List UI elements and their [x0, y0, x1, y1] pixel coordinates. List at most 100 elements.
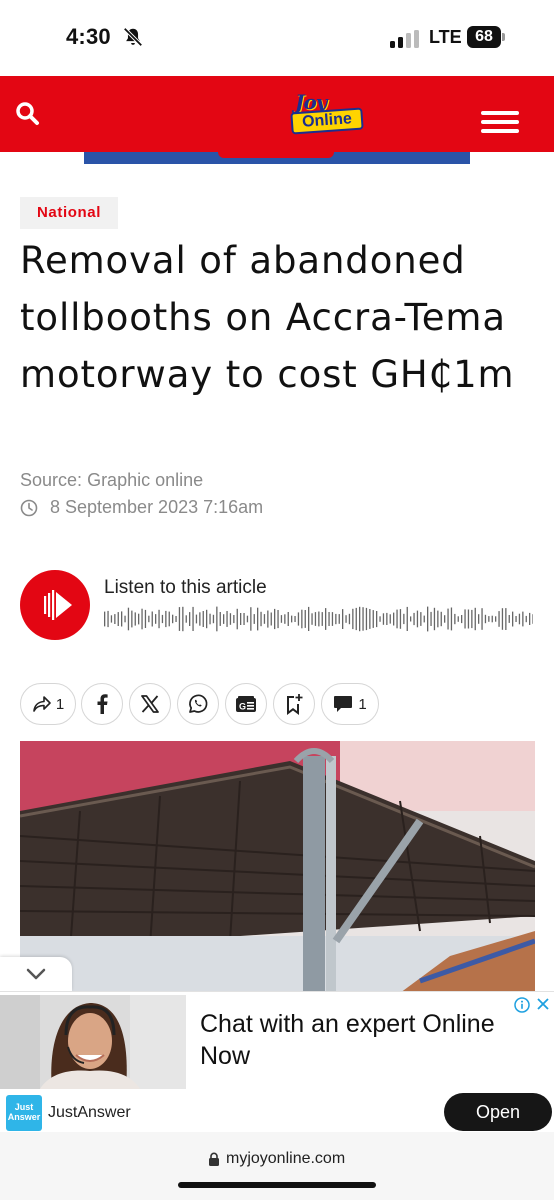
ad-brand-logo[interactable]: Just Answer	[6, 1095, 42, 1131]
ad-headline[interactable]: Chat with an expert Online Now	[200, 1008, 530, 1072]
waveform-bar	[491, 615, 493, 623]
waveform-bar	[389, 614, 391, 624]
waveform-bar	[484, 614, 487, 624]
ad-open-button[interactable]: Open	[444, 1093, 552, 1131]
waveform-bar	[433, 607, 436, 631]
ad-close-icon[interactable]	[536, 997, 550, 1011]
share-button[interactable]: 1	[20, 683, 76, 725]
waveform-bar	[206, 609, 208, 629]
waveform-bar	[127, 607, 130, 631]
waveform-bar	[338, 614, 340, 624]
browser-url-bar[interactable]: myjoyonline.com	[0, 1132, 554, 1200]
battery-icon: 68	[467, 26, 501, 48]
waveform-bar	[342, 609, 344, 629]
lock-icon	[209, 1152, 219, 1166]
waveform-bar	[403, 613, 405, 625]
search-icon[interactable]	[14, 100, 42, 128]
waveform-bar	[246, 615, 249, 623]
waveform-bar	[263, 614, 266, 624]
source-label: Source	[20, 470, 78, 490]
waveform-bar	[508, 615, 510, 623]
waveform-bar	[362, 607, 364, 631]
waveform-bar	[240, 613, 242, 625]
waveform-bar	[423, 615, 425, 623]
waveform-bar	[277, 610, 279, 629]
waveform-bar	[236, 608, 238, 630]
whatsapp-icon	[189, 694, 208, 713]
waveform-bar	[134, 612, 136, 626]
x-share-button[interactable]	[129, 683, 171, 725]
waveform-bar	[270, 612, 272, 626]
waveform-bar	[365, 607, 368, 631]
waveform-bar	[532, 614, 533, 624]
waveform-bar	[148, 615, 150, 623]
home-indicator[interactable]	[178, 1182, 376, 1188]
category-tag[interactable]: National	[20, 197, 118, 229]
site-logo[interactable]: Joy Online	[285, 90, 367, 140]
audio-play-button[interactable]	[20, 570, 90, 640]
waveform-bar	[328, 612, 330, 626]
article-photo	[20, 741, 535, 993]
waveform-bar	[257, 607, 259, 631]
waveform-bar	[464, 609, 466, 629]
waveform-bar	[416, 610, 419, 628]
waveform-bar	[467, 609, 470, 629]
audio-waveform[interactable]	[103, 604, 533, 634]
waveform-bar	[529, 612, 531, 625]
waveform-bar	[413, 612, 415, 626]
audio-play-icon	[44, 590, 72, 620]
waveform-bar	[420, 612, 422, 626]
waveform-bar	[250, 607, 252, 631]
google-news-share-button[interactable]: G	[225, 683, 267, 725]
waveform-bar	[498, 611, 500, 627]
logo-online-text: Online	[290, 107, 364, 135]
x-icon	[141, 695, 159, 713]
article-source: Source: Graphic online	[20, 470, 204, 490]
waveform-bar	[233, 615, 235, 624]
waveform-bar	[284, 614, 286, 624]
waveform-bar	[495, 616, 497, 622]
svg-text:G: G	[239, 702, 246, 712]
waveform-bar	[274, 608, 276, 630]
article-date: 8 September 2023 7:16am	[50, 497, 264, 517]
waveform-bar	[369, 609, 371, 629]
top-banner-ad[interactable]	[84, 152, 470, 164]
ad-image[interactable]	[0, 995, 186, 1089]
url-text[interactable]: myjoyonline.com	[226, 1150, 345, 1168]
waveform-bar	[199, 612, 201, 626]
waveform-bar	[229, 613, 232, 625]
comment-button[interactable]: 1	[321, 683, 379, 725]
waveform-bar	[185, 615, 187, 623]
source-value: Graphic online	[87, 470, 204, 490]
facebook-share-button[interactable]	[81, 683, 123, 725]
waveform-bar	[165, 610, 167, 628]
bottom-ad[interactable]: Chat with an expert Online Now Just Answ…	[0, 991, 554, 1131]
bell-muted-icon	[123, 27, 143, 47]
waveform-bar	[178, 607, 181, 631]
ad-brand-name[interactable]: JustAnswer	[48, 1104, 131, 1122]
ad-collapse-tab[interactable]	[0, 957, 72, 991]
whatsapp-share-button[interactable]	[177, 683, 219, 725]
waveform-bar	[151, 611, 153, 627]
waveform-bar	[107, 610, 109, 628]
waveform-bar	[399, 609, 402, 629]
waveform-bar	[216, 606, 218, 632]
waveform-bar	[110, 615, 113, 623]
waveform-bar	[512, 611, 514, 627]
waveform-bar	[518, 613, 521, 625]
bookmark-button[interactable]	[273, 683, 315, 725]
waveform-bar	[410, 616, 412, 622]
waveform-bar	[182, 606, 184, 632]
waveform-bar	[444, 615, 446, 623]
ad-info-icon[interactable]	[514, 997, 530, 1013]
comment-icon	[334, 696, 353, 712]
hamburger-menu-icon[interactable]	[481, 111, 519, 137]
waveform-bar	[325, 608, 327, 630]
waveform-bar	[501, 608, 504, 630]
waveform-bar	[260, 611, 262, 627]
listen-label: Listen to this article	[104, 577, 267, 598]
waveform-bar	[437, 610, 439, 628]
waveform-bar	[478, 614, 480, 624]
waveform-bar	[396, 609, 398, 629]
clock-icon	[20, 499, 38, 516]
